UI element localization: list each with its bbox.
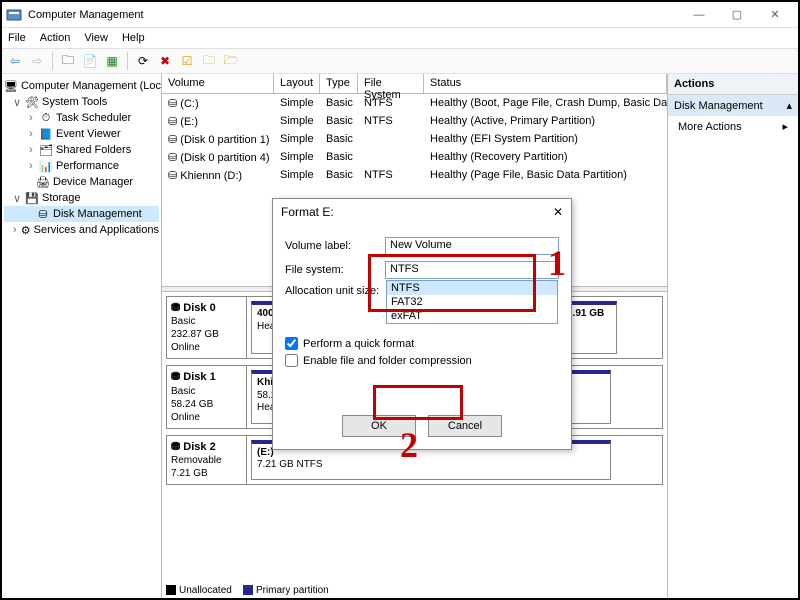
fs-option-exfat[interactable]: exFAT xyxy=(387,309,557,323)
window-title: Computer Management xyxy=(28,9,144,21)
tree-storage[interactable]: Storage xyxy=(42,192,81,204)
volume-name: (Disk 0 partition 1) xyxy=(180,134,269,146)
refresh-view-button[interactable]: ▦ xyxy=(103,52,121,70)
col-volume[interactable]: Volume xyxy=(162,74,274,93)
cancel-button[interactable]: Cancel xyxy=(428,415,502,437)
volume-row[interactable]: ⛁ (E:)SimpleBasicNTFSHealthy (Active, Pr… xyxy=(162,112,667,130)
disk-info: ⛃ Disk 0Basic232.87 GBOnline xyxy=(167,297,247,358)
computer-icon: 🖥 xyxy=(4,79,18,93)
forward-button[interactable]: ⇨ xyxy=(28,52,46,70)
dialog-title: Format E: xyxy=(281,205,334,219)
volume-label-input[interactable]: New Volume xyxy=(385,237,559,255)
properties-button[interactable]: 📄 xyxy=(81,52,99,70)
dialog-close-button[interactable]: ✕ xyxy=(553,205,563,219)
event-icon: 📘 xyxy=(39,127,53,141)
disk-info: ⛃ Disk 1Basic58.24 GBOnline xyxy=(167,366,247,427)
tree-event-viewer[interactable]: Event Viewer xyxy=(56,128,121,140)
volume-icon: ⛁ xyxy=(168,98,177,110)
tree-disk-management[interactable]: Disk Management xyxy=(53,208,142,220)
expand-icon[interactable]: ∨ xyxy=(12,96,22,109)
menu-file[interactable]: File xyxy=(8,32,26,44)
volume-list-header: Volume Layout Type File System Status xyxy=(162,74,667,94)
volume-name: (C:) xyxy=(180,98,198,110)
perf-icon: 📊 xyxy=(39,159,53,173)
expand-icon[interactable]: › xyxy=(26,112,36,124)
volume-name: (E:) xyxy=(180,116,198,128)
expand-icon[interactable]: ∨ xyxy=(12,192,22,205)
fs-option-ntfs[interactable]: NTFS xyxy=(387,281,557,295)
file-system-select[interactable]: NTFS NTFS FAT32 exFAT xyxy=(385,261,559,279)
col-fs[interactable]: File System xyxy=(358,74,424,93)
back-button[interactable]: ⇦ xyxy=(6,52,24,70)
compression-checkbox[interactable] xyxy=(285,354,298,367)
volume-row[interactable]: ⛁ (Disk 0 partition 4)SimpleBasicHealthy… xyxy=(162,148,667,166)
expand-icon[interactable]: › xyxy=(26,160,36,172)
disk-info: ⛃ Disk 2Removable7.21 GB xyxy=(167,436,247,484)
menu-action[interactable]: Action xyxy=(40,32,71,44)
refresh-button[interactable]: ⟳ xyxy=(134,52,152,70)
volume-icon: ⛁ xyxy=(168,134,177,146)
volume-name: Khiennn (D:) xyxy=(180,170,242,182)
scheduler-icon: ⏱ xyxy=(39,111,53,125)
storage-icon: 💾 xyxy=(25,191,39,205)
tree-services[interactable]: Services and Applications xyxy=(34,224,159,236)
app-icon xyxy=(6,7,22,23)
file-system-dropdown[interactable]: NTFS FAT32 exFAT xyxy=(386,280,558,324)
col-layout[interactable]: Layout xyxy=(274,74,320,93)
tree-performance[interactable]: Performance xyxy=(56,160,119,172)
actions-more[interactable]: More Actions▸ xyxy=(668,116,798,137)
tree-system-tools[interactable]: System Tools xyxy=(42,96,107,108)
menu-view[interactable]: View xyxy=(84,32,108,44)
volume-row[interactable]: ⛁ Khiennn (D:)SimpleBasicNTFSHealthy (Pa… xyxy=(162,166,667,184)
tree-task-scheduler[interactable]: Task Scheduler xyxy=(56,112,131,124)
fs-option-fat32[interactable]: FAT32 xyxy=(387,295,557,309)
maximize-button[interactable]: ▢ xyxy=(718,2,756,28)
volume-icon: ⛁ xyxy=(168,152,177,164)
expand-icon[interactable]: › xyxy=(26,128,36,140)
more-arrow-icon: ▸ xyxy=(782,120,788,133)
annotation-number-1: 1 xyxy=(548,242,566,284)
actions-section[interactable]: Disk Management▴ xyxy=(668,95,798,116)
tools-icon: 🛠 xyxy=(25,95,39,109)
col-type[interactable]: Type xyxy=(320,74,358,93)
folder-button[interactable]: 🗀 xyxy=(200,52,218,70)
volume-row[interactable]: ⛁ (C:)SimpleBasicNTFSHealthy (Boot, Page… xyxy=(162,94,667,112)
volume-icon: ⛁ xyxy=(168,170,177,182)
check-button[interactable]: ☑ xyxy=(178,52,196,70)
expand-icon[interactable]: › xyxy=(12,224,18,236)
volume-row[interactable]: ⛁ (Disk 0 partition 1)SimpleBasicHealthy… xyxy=(162,130,667,148)
explore-button[interactable]: 🗁 xyxy=(222,52,240,70)
tree-shared-folders[interactable]: Shared Folders xyxy=(56,144,131,156)
actions-header: Actions xyxy=(668,74,798,95)
legend: Unallocated Primary partition xyxy=(162,583,667,598)
close-button[interactable]: ✕ xyxy=(756,2,794,28)
volume-icon: ⛁ xyxy=(168,116,177,128)
file-system-label: File system: xyxy=(285,264,385,276)
menu-help[interactable]: Help xyxy=(122,32,145,44)
device-icon: 🖨 xyxy=(36,175,50,189)
expand-icon[interactable]: › xyxy=(26,144,36,156)
delete-button[interactable]: ✖ xyxy=(156,52,174,70)
shared-icon: 🗂 xyxy=(39,143,53,157)
tree-device-manager[interactable]: Device Manager xyxy=(53,176,133,188)
services-icon: ⚙ xyxy=(21,223,31,237)
section-arrow-icon: ▴ xyxy=(786,99,792,112)
volume-label-label: Volume label: xyxy=(285,240,385,252)
tree-root[interactable]: Computer Management (Local) xyxy=(21,80,162,92)
allocation-unit-label: Allocation unit size: xyxy=(285,285,385,297)
volume-name: (Disk 0 partition 4) xyxy=(180,152,269,164)
format-dialog: Format E: ✕ Volume label: New Volume Fil… xyxy=(272,198,572,450)
up-button[interactable]: 🗀 xyxy=(59,52,77,70)
quick-format-checkbox[interactable] xyxy=(285,337,298,350)
quick-format-label: Perform a quick format xyxy=(303,338,414,350)
minimize-button[interactable]: — xyxy=(680,2,718,28)
col-status[interactable]: Status xyxy=(424,74,667,93)
compression-label: Enable file and folder compression xyxy=(303,355,472,367)
annotation-number-2: 2 xyxy=(400,424,418,466)
navigation-tree[interactable]: 🖥Computer Management (Local) ∨🛠System To… xyxy=(2,74,162,598)
disk-icon: ⛁ xyxy=(36,207,50,221)
